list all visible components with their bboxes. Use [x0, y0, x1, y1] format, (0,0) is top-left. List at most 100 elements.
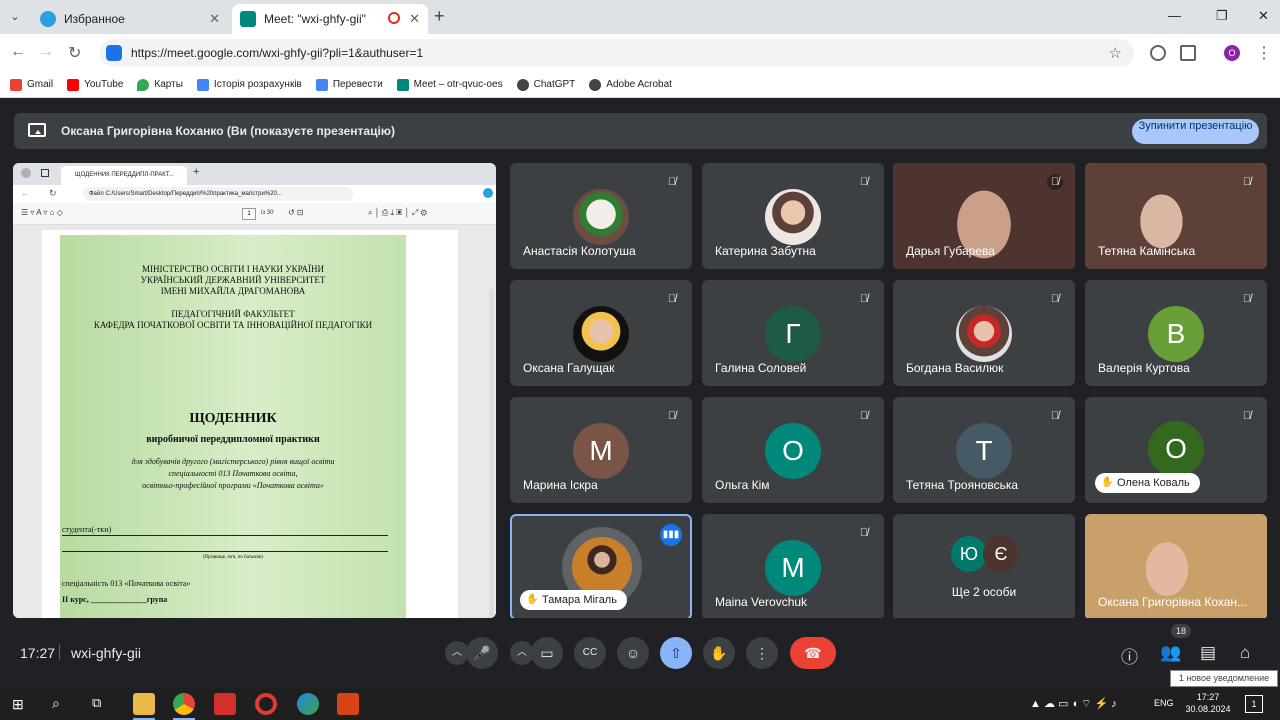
participant-tile[interactable]: О 🎙̸ Ольга Кім [702, 397, 884, 503]
captions-button[interactable]: CC [574, 637, 606, 669]
gmail-icon [10, 78, 22, 91]
acrobat-icon[interactable] [214, 693, 236, 715]
participant-name: Валерія Куртова [1098, 361, 1190, 375]
browser-tab-meet[interactable]: Meet: "wxi-ghfy-gii" ✕ [232, 4, 428, 34]
participant-tile[interactable]: Т 🎙̸ Тетяна Трояновська [893, 397, 1075, 503]
speaking-indicator-icon: ▮▮▮ [660, 524, 682, 546]
windows-start-icon[interactable]: ⊞ [12, 696, 24, 713]
pdf-cover: МІНІСТЕРСТВО ОСВІТИ І НАУКИ УКРАЇНИ УКРА… [60, 235, 406, 618]
reactions-button[interactable]: ☺ [617, 637, 649, 669]
participant-name: Дарья Губарева [906, 244, 995, 258]
participant-tile[interactable]: 🎙̸ Тетяна Камінська [1085, 163, 1267, 269]
activities-icon[interactable]: ⌂ [1240, 643, 1250, 663]
bookmark-star-icon[interactable]: ☆ [1109, 44, 1122, 62]
participant-tile[interactable]: M 🎙̸ Maina Verovchuk [702, 514, 884, 620]
participant-tile[interactable]: 🎙̸ Анастасія Колотуша [510, 163, 692, 269]
omnibox[interactable]: https://meet.google.com/wxi-ghfy-gii?pli… [100, 39, 1134, 67]
participant-tile[interactable]: О 🎙̸ Олена Коваль [1085, 397, 1267, 503]
bookmark-chatgpt[interactable]: ChatGPT [516, 78, 575, 91]
mic-off-icon: 🎙̸ [667, 293, 677, 305]
participant-tile-others[interactable]: Ю Є Ще 2 особи [893, 514, 1075, 620]
participant-tile[interactable]: 🎙̸ Дарья Губарева [893, 163, 1075, 269]
pdf-toolbar: ☰ ▿ A ▿ ⌂ ◇ 1 із 30 ↺ ⊡ ⌕ │ ⎙ ⤓ ▣ │ ⤢ ⚙ [13, 203, 496, 225]
url-text[interactable]: https://meet.google.com/wxi-ghfy-gii?pli… [131, 46, 423, 60]
bookmark-gmail[interactable]: Gmail [10, 78, 53, 91]
mic-off-icon: 🎙̸ [859, 293, 869, 305]
close-tab-icon[interactable]: ✕ [209, 11, 220, 27]
reload-icon: ↻ [49, 188, 57, 198]
profile-avatar[interactable]: O [1224, 45, 1240, 61]
doc-desc3: освітньо-професійної програми «Початкова… [142, 481, 324, 490]
participant-tile[interactable]: Г 🎙̸ Галина Соловей [702, 280, 884, 386]
language-indicator[interactable]: ENG [1154, 698, 1174, 708]
new-tab-button[interactable]: + [434, 6, 445, 27]
participant-tile[interactable]: 🎙̸ Оксана Галущак [510, 280, 692, 386]
browser-tab-favorites[interactable]: Избранное ✕ [32, 4, 228, 34]
acrobat-icon [589, 78, 602, 91]
present-screen-icon [28, 123, 46, 137]
camera-button[interactable]: ▭ [531, 637, 563, 669]
new-tab-icon: + [193, 166, 200, 178]
maximize-button[interactable]: ❐ [1216, 8, 1228, 24]
bookmark-meet[interactable]: Meet – otr-qvuc-oes [396, 78, 503, 91]
notification-center-icon[interactable]: 1 [1245, 695, 1263, 713]
extension-icon[interactable] [1150, 45, 1166, 61]
menu-dots-icon[interactable]: ⋮ [1256, 43, 1272, 63]
pdf-page-number: 1 [242, 208, 256, 220]
participant-tile-self[interactable]: Оксана Григорівна Кохан... [1085, 514, 1267, 620]
close-tab-icon[interactable]: ✕ [409, 11, 420, 27]
leave-call-button[interactable]: ☎ [790, 637, 836, 669]
tab-search-icon[interactable]: ⌄ [6, 8, 24, 26]
system-tray-icons[interactable]: ▲ ☁ ▭ ◖ ⌔ ⚡ ♪ [1030, 697, 1117, 711]
reload-button[interactable]: ↻ [68, 43, 81, 63]
taskbar-clock[interactable]: 17:27 30.08.2024 [1180, 691, 1236, 715]
doc-name-hint: (Прізвище, ім'я, по батькові) [202, 555, 264, 560]
participant-avatar [573, 306, 629, 362]
search-icon[interactable]: ⌕ [52, 695, 60, 712]
more-options-button[interactable]: ⋮ [746, 637, 778, 669]
bookmark-label: Історія розрахунків [213, 79, 302, 90]
participant-name: Анастасія Колотуша [523, 244, 636, 258]
bookmark-acrobat[interactable]: Adobe Acrobat [589, 78, 672, 91]
participant-avatar [765, 189, 821, 245]
bookmark-history[interactable]: Історія розрахунків [196, 78, 302, 91]
participant-tile[interactable]: 🎙̸ Катерина Забутна [702, 163, 884, 269]
meet-icon [396, 78, 409, 91]
bookmark-youtube[interactable]: YouTube [67, 78, 124, 91]
meeting-code: wxi-ghfy-gii [71, 645, 142, 661]
extensions-puzzle-icon[interactable] [1180, 45, 1196, 61]
raise-hand-button[interactable]: ✋ [703, 637, 735, 669]
opera-icon[interactable] [255, 693, 277, 715]
chat-icon[interactable]: ▤ [1200, 643, 1216, 663]
task-view-icon[interactable]: ⧉ [92, 695, 101, 711]
file-explorer-icon[interactable] [133, 693, 155, 715]
site-info-icon[interactable] [106, 45, 122, 61]
forward-button[interactable]: → [38, 43, 54, 61]
present-button[interactable]: ⇧ [660, 637, 692, 669]
participant-tile[interactable]: В 🎙̸ Валерія Куртова [1085, 280, 1267, 386]
stop-presenting-button[interactable]: Зупинити презентацію [1132, 119, 1259, 144]
browser-tab-bar: ⌄ Избранное ✕ Meet: "wxi-ghfy-gii" ✕ + —… [0, 0, 1280, 34]
bookmark-translate[interactable]: Перевести [315, 78, 383, 91]
people-icon[interactable]: 👥 [1160, 643, 1181, 663]
participant-tile[interactable]: М 🎙̸ Марина Іскра [510, 397, 692, 503]
doc-speciality: спеціальність 013 «Початкова освіта» [62, 579, 191, 588]
bookmark-maps[interactable]: Карты [137, 78, 183, 91]
close-window-button[interactable]: ✕ [1258, 8, 1269, 24]
doc-faculty: ПЕДАГОГІЧНИЙ ФАКУЛЬТЕТ [171, 309, 295, 319]
back-button[interactable]: ← [10, 43, 26, 61]
address-toolbar: ← → ↻ https://meet.google.com/wxi-ghfy-g… [0, 34, 1280, 72]
doc-department: КАФЕДРА ПОЧАТКОВОЇ ОСВІТИ ТА ІННОВАЦІЙНО… [93, 320, 373, 330]
minimize-button[interactable]: — [1168, 8, 1181, 23]
bookmark-label: YouTube [84, 79, 124, 90]
pdf-page-total: із 30 [261, 210, 274, 216]
chrome-icon[interactable] [173, 693, 195, 715]
microphone-button[interactable]: 🎤 [466, 637, 498, 669]
telegram-icon [40, 11, 56, 27]
participant-tile[interactable]: 🎙̸ Богдана Василюк [893, 280, 1075, 386]
edge-icon[interactable] [297, 693, 319, 715]
participant-tile-active[interactable]: ▮▮▮ Тамара Мігаль [510, 514, 692, 620]
mic-off-icon: 🎙̸ [667, 410, 677, 422]
powerpoint-icon[interactable] [337, 693, 359, 715]
meeting-info-icon[interactable]: ⓘ [1121, 643, 1138, 668]
